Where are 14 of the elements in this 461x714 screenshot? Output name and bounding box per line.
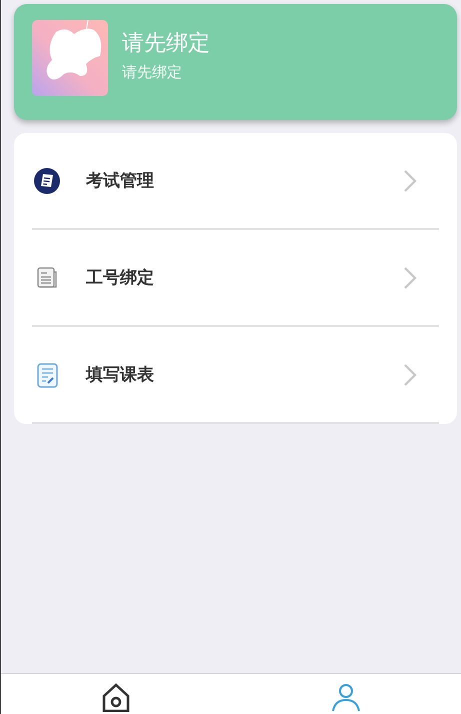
menu-label: 工号绑定 bbox=[86, 267, 155, 289]
person-icon[interactable] bbox=[331, 682, 361, 712]
menu-item[interactable]: 工号绑定 bbox=[32, 230, 439, 327]
menu-label: 考试管理 bbox=[86, 170, 155, 192]
chevron-icon bbox=[403, 168, 417, 192]
profile-title: 请先绑定 bbox=[122, 30, 210, 58]
chevron-icon bbox=[403, 362, 417, 386]
document-icon bbox=[33, 166, 61, 194]
profile-subtitle: 请先绑定 bbox=[122, 63, 183, 82]
home-icon[interactable] bbox=[101, 682, 131, 712]
chevron-icon bbox=[403, 266, 417, 290]
menu-item[interactable]: 填写课表 bbox=[32, 327, 439, 424]
menu-item[interactable]: 考试管理 bbox=[32, 133, 439, 230]
menu-label: 填写课表 bbox=[86, 364, 155, 386]
